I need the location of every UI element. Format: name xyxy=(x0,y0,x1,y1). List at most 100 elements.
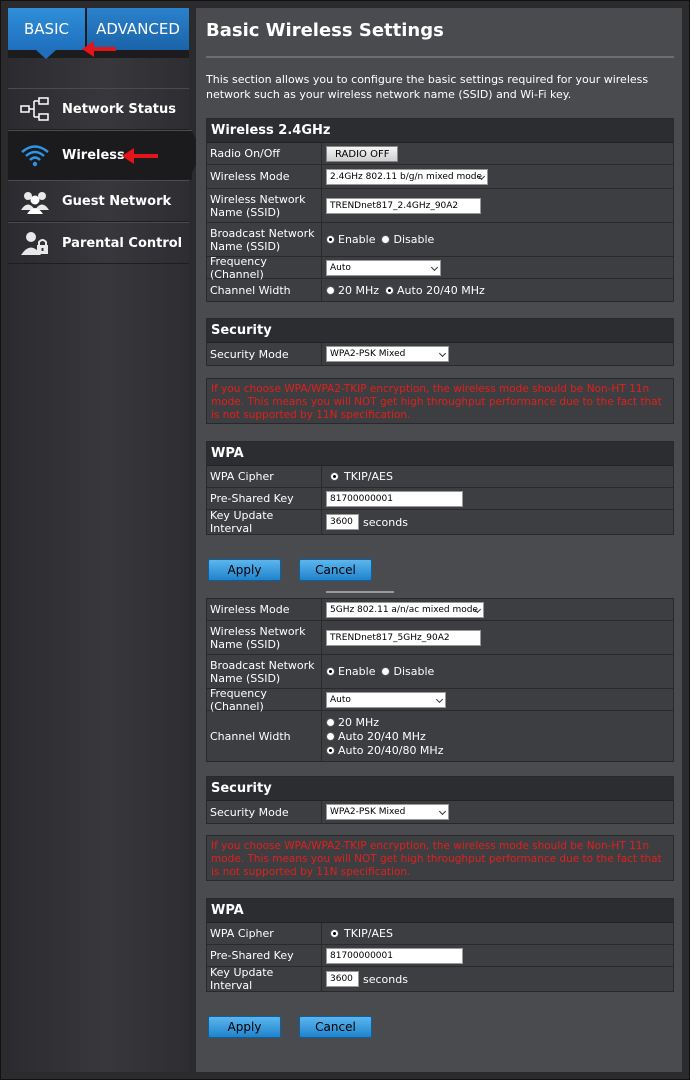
sidebar-item-parental-control[interactable]: Parental Control xyxy=(8,222,189,264)
section-header: Wireless 2.4GHz xyxy=(207,119,673,143)
select-value: Auto xyxy=(330,263,351,273)
radio-label: Enable xyxy=(338,665,376,678)
broadcast-enable-radio[interactable]: Enable xyxy=(326,665,375,678)
radio-onoff-label: Radio On/Off xyxy=(207,143,322,164)
width-auto-radio[interactable]: Auto 20/40 MHz xyxy=(385,284,485,297)
encryption-warning-5ghz: If you choose WPA/WPA2-TKIP encryption, … xyxy=(206,835,674,881)
security-mode-select[interactable]: WPA2-PSK Mixed xyxy=(326,346,449,362)
sidebar-item-guest-network[interactable]: Guest Network xyxy=(8,180,189,222)
cancel-button[interactable]: Cancel xyxy=(299,559,372,581)
title-divider xyxy=(206,56,674,58)
radio-label: Auto 20/40/80 MHz xyxy=(338,743,444,757)
select-value: 2.4GHz 802.11 b/g/n mixed mode xyxy=(330,171,482,182)
key-interval-label: Key Update Interval xyxy=(207,509,322,535)
key-interval-label: Key Update Interval xyxy=(207,966,322,992)
radio-label: 20 MHz xyxy=(338,283,380,297)
wireless-mode-label: Wireless Mode xyxy=(207,165,322,188)
section-header: WPA xyxy=(207,442,673,466)
sidebar: BASIC ADVANCED Network Status Wireless G… xyxy=(8,8,202,1072)
main-panel: Basic Wireless Settings This section all… xyxy=(196,8,682,1072)
wireless-24ghz-section: Wireless 2.4GHz Radio On/Off RADIO OFF W… xyxy=(206,118,674,302)
wpa-section-5ghz: WPA WPA Cipher TKIP/AES Pre-Shared Key 8… xyxy=(206,898,674,992)
user-lock-icon xyxy=(18,229,52,257)
select-value: WPA2-PSK Mixed xyxy=(330,349,406,359)
page-title: Basic Wireless Settings xyxy=(206,20,444,41)
wifi-icon xyxy=(18,141,52,169)
ssid-label: Wireless Network Name (SSID) xyxy=(207,189,322,222)
security-mode-label: Security Mode xyxy=(207,343,322,365)
radio-label: Disable xyxy=(393,665,435,678)
channel-width-label: Channel Width xyxy=(207,279,322,301)
section-divider xyxy=(326,591,394,593)
page-intro: This section allows you to configure the… xyxy=(206,73,649,101)
security-section: Security Security Mode WPA2-PSK Mixed xyxy=(206,318,674,366)
width-20-radio[interactable]: 20 MHz xyxy=(326,284,379,297)
frequency-label: Frequency (Channel) xyxy=(207,687,322,713)
sidebar-item-label: Network Status xyxy=(62,101,176,117)
psk-input[interactable]: 81700000001 xyxy=(326,948,463,964)
section-header: WPA xyxy=(207,899,673,923)
width-40-radio[interactable]: Auto 20/40 MHz xyxy=(326,730,443,743)
broadcast-disable-radio[interactable]: Disable xyxy=(381,665,434,678)
key-interval-input[interactable]: 3600 xyxy=(326,971,359,987)
broadcast-disable-radio[interactable]: Disable xyxy=(381,233,434,246)
select-value: 5GHz 802.11 a/n/ac mixed mode xyxy=(330,605,478,615)
width-20-radio[interactable]: 20 MHz xyxy=(326,716,443,729)
wpa-cipher-label: WPA Cipher xyxy=(207,466,322,487)
radio-label: TKIP/AES xyxy=(344,470,393,483)
key-interval-input[interactable]: 3600 xyxy=(326,514,359,530)
users-icon xyxy=(18,187,52,215)
tab-basic[interactable]: BASIC xyxy=(8,8,85,59)
sidebar-item-label: Guest Network xyxy=(62,193,172,209)
broadcast-ssid-label: Broadcast Network Name (SSID) xyxy=(207,655,322,688)
encryption-warning: If you choose WPA/WPA2-TKIP encryption, … xyxy=(206,378,674,424)
radio-label: Disable xyxy=(393,233,435,246)
select-value: WPA2-PSK Mixed xyxy=(330,807,406,817)
annotation-arrow-icon xyxy=(82,41,116,57)
cipher-tkip-aes-radio[interactable]: TKIP/AES xyxy=(330,470,393,483)
psk-input[interactable]: 81700000001 xyxy=(326,491,463,507)
security-section-5ghz: Security Security Mode WPA2-PSK Mixed xyxy=(206,776,674,824)
security-mode-label: Security Mode xyxy=(207,801,322,823)
radio-label: Enable xyxy=(338,233,376,246)
radio-off-button[interactable]: RADIO OFF xyxy=(326,146,399,162)
channel-width-label: Channel Width xyxy=(207,711,322,761)
frequency-select[interactable]: Auto xyxy=(326,692,446,708)
wpa-cipher-label: WPA Cipher xyxy=(207,923,322,944)
psk-label: Pre-Shared Key xyxy=(207,945,322,966)
sidebar-item-wireless[interactable]: Wireless xyxy=(8,130,202,180)
frequency-label: Frequency (Channel) xyxy=(207,255,322,281)
sidebar-item-network-status[interactable]: Network Status xyxy=(8,88,189,130)
ssid-label: Wireless Network Name (SSID) xyxy=(207,621,322,654)
wireless-mode-label: Wireless Mode xyxy=(207,599,322,620)
radio-label: 20 MHz xyxy=(338,715,380,729)
broadcast-ssid-label: Broadcast Network Name (SSID) xyxy=(207,223,322,256)
broadcast-enable-radio[interactable]: Enable xyxy=(326,233,375,246)
apply-button-5ghz[interactable]: Apply xyxy=(208,1016,281,1038)
annotation-arrow-icon xyxy=(122,148,158,164)
select-value: Auto xyxy=(330,695,351,705)
wireless-mode-select[interactable]: 5GHz 802.11 a/n/ac mixed mode xyxy=(326,602,484,618)
wireless-5ghz-section: Wireless Mode 5GHz 802.11 a/n/ac mixed m… xyxy=(206,598,674,762)
cipher-tkip-aes-radio[interactable]: TKIP/AES xyxy=(330,927,393,940)
cancel-button-5ghz[interactable]: Cancel xyxy=(299,1016,372,1038)
wpa-section: WPA WPA Cipher TKIP/AES Pre-Shared Key 8… xyxy=(206,441,674,535)
radio-label: Auto 20/40 MHz xyxy=(397,283,485,297)
wireless-mode-select[interactable]: 2.4GHz 802.11 b/g/n mixed mode xyxy=(326,168,488,185)
sidebar-item-label: Wireless xyxy=(62,147,125,163)
radio-label: Auto 20/40 MHz xyxy=(338,729,426,743)
network-tree-icon xyxy=(18,95,52,123)
apply-button[interactable]: Apply xyxy=(208,559,281,581)
section-header: Security xyxy=(207,777,673,801)
ssid-input[interactable]: TRENDnet817_2.4GHz_90A2 xyxy=(326,197,481,214)
interval-unit: seconds xyxy=(363,972,408,986)
ssid-input[interactable]: TRENDnet817_5GHz_90A2 xyxy=(326,629,481,646)
section-header: Security xyxy=(207,319,673,343)
frequency-select[interactable]: Auto xyxy=(326,260,441,276)
sidebar-item-label: Parental Control xyxy=(62,235,183,251)
security-mode-select[interactable]: WPA2-PSK Mixed xyxy=(326,804,449,820)
radio-label: TKIP/AES xyxy=(344,927,393,940)
psk-label: Pre-Shared Key xyxy=(207,488,322,509)
width-80-radio[interactable]: Auto 20/40/80 MHz xyxy=(326,744,443,757)
interval-unit: seconds xyxy=(363,515,408,529)
